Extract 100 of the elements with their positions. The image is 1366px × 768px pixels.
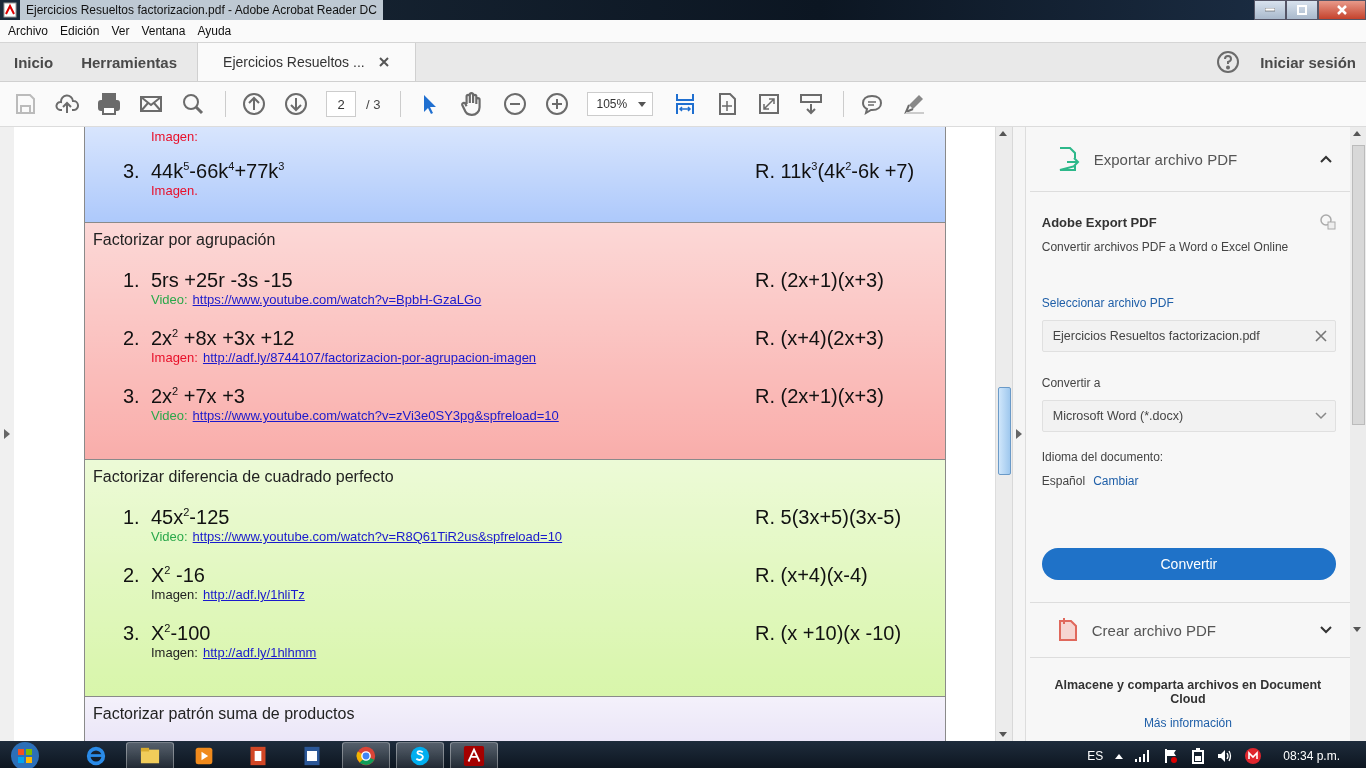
service-title: Adobe Export PDF — [1041, 214, 1157, 230]
start-icon[interactable] — [8, 741, 42, 768]
flag-icon[interactable] — [1163, 748, 1180, 764]
page-total: / 3 — [366, 96, 381, 112]
chevron-icon — [1315, 412, 1328, 420]
close-icon — [1336, 4, 1348, 16]
description: Convertir archivos PDF a Word o Excel Online — [1041, 240, 1290, 254]
answer: R. (2x+1)(x+3) — [754, 385, 885, 408]
select-file-link[interactable]: Seleccionar archivo PDF — [1041, 296, 1337, 310]
expand-left-icon[interactable] — [4, 429, 10, 439]
scroll-mode-icon[interactable] — [799, 92, 824, 116]
battery-icon[interactable] — [1191, 748, 1206, 764]
tab[interactable]: Inicio — [0, 43, 68, 81]
link[interactable]: https://www.youtube.com/watch?v=R8Q61TiR2us&spfreload=10 — [192, 529, 563, 544]
print-icon[interactable] — [97, 92, 121, 116]
minimize-button[interactable] — [1254, 0, 1286, 20]
menu-item[interactable]: Archivo — [2, 24, 54, 38]
section-title: Factorizar patrón suma de productos — [91, 704, 356, 723]
menu-item[interactable]: Ver — [105, 24, 136, 38]
field-label: Convertir a — [1041, 376, 1102, 390]
link-label: Video: — [150, 408, 188, 423]
panel-scrollbar[interactable] — [1350, 127, 1366, 741]
window-title: Ejercicios Resueltos factorizacion.pdf - Adobe Acrobat Reader DC — [20, 0, 383, 20]
menu-item[interactable]: Edición — [54, 24, 106, 38]
more-info-link[interactable]: Más información — [1143, 716, 1232, 730]
sign-in-link[interactable]: Iniciar sesión — [1260, 53, 1356, 71]
formula: 2x$^{2}$ +7x +3 — [150, 385, 246, 408]
item-number: 2. — [122, 327, 141, 350]
scroll-thumb[interactable] — [1352, 145, 1366, 425]
menu-item[interactable]: Ventana — [135, 24, 192, 38]
link[interactable]: https://www.youtube.com/watch?v=BpbH-GzaLGo — [192, 292, 482, 307]
full-screen-icon[interactable] — [757, 92, 782, 116]
section-title: Factorizar por agrupación — [91, 230, 277, 249]
tab[interactable]: Herramientas — [67, 43, 192, 81]
item-number: 1. — [122, 506, 141, 529]
show-hidden-icon[interactable] — [1115, 753, 1124, 759]
formula: 45x$^{2}$-125 — [150, 506, 231, 529]
scroll-up-icon[interactable] — [1353, 131, 1362, 136]
scroll-down-icon[interactable] — [998, 732, 1007, 737]
page-number-field[interactable]: 2 — [326, 91, 356, 117]
comment-icon[interactable] — [860, 92, 885, 116]
link-label: Imagen: — [150, 350, 198, 365]
chat-app-icon[interactable] — [409, 745, 431, 767]
link-label: Video: — [150, 292, 188, 307]
browser-e-icon[interactable] — [85, 745, 107, 767]
folder-icon[interactable] — [139, 746, 161, 766]
link[interactable]: http://adf.ly/8744107/factorizacion-por-agrupacion-imagen — [202, 350, 537, 365]
change-link[interactable]: Cambiar — [1093, 474, 1139, 488]
mail-app-icon[interactable] — [1245, 748, 1262, 764]
help-icon[interactable] — [1216, 50, 1241, 74]
link[interactable]: https://www.youtube.com/watch?v=zVi3e0SY3pg&spfreload=10 — [192, 408, 559, 423]
zoom-dropdown[interactable]: 105% — [587, 92, 654, 116]
answer: R. 5(3x+5)(3x-5) — [754, 506, 903, 529]
scroll-down-icon[interactable] — [1353, 627, 1362, 632]
convert-button[interactable]: Convertir — [1041, 548, 1337, 580]
export-file-icon — [1057, 147, 1080, 171]
arrow-up-icon[interactable] — [242, 92, 266, 116]
browser-circle-icon[interactable] — [355, 745, 377, 767]
language-indicator[interactable]: ES — [1087, 749, 1104, 763]
link[interactable]: http://adf.ly/1hliTz — [202, 587, 305, 602]
zoom-out-icon[interactable] — [503, 92, 528, 116]
cloud-upload-icon[interactable] — [55, 92, 79, 116]
create-file-icon — [1057, 618, 1078, 642]
close-icon[interactable] — [378, 57, 389, 67]
media-player-icon[interactable] — [194, 746, 214, 766]
cloud-document-icon — [1320, 214, 1337, 230]
pdf-app-icon[interactable] — [463, 745, 485, 767]
formula: 44k$^{5}$-66k$^{4}$+77k$^{3}$ — [150, 160, 286, 183]
volume-icon[interactable] — [1217, 749, 1234, 763]
tab[interactable]: Ejercicios Resueltos ... — [197, 43, 417, 81]
section-title: Factorizar diferencia de cuadrado perfecto — [91, 467, 395, 486]
signal-icon[interactable] — [1135, 750, 1152, 762]
cloud-promo-text: Almacene y comparta archivos en Document Cloud — [1053, 678, 1323, 706]
scroll-up-icon[interactable] — [998, 131, 1007, 136]
slides-app-icon[interactable] — [249, 746, 267, 766]
scroll-thumb[interactable] — [997, 387, 1011, 475]
clock[interactable]: 08:34 p.m. — [1283, 749, 1340, 763]
caret-icon — [638, 101, 647, 107]
chevron-icon[interactable] — [1320, 155, 1333, 163]
close-button[interactable] — [1318, 0, 1366, 20]
answer: R. 11k$^{3}$(4k$^{2}$-6k +7) — [754, 160, 916, 183]
item-number: 2. — [122, 564, 141, 587]
clear-icon[interactable] — [1315, 330, 1328, 342]
chevron-icon[interactable] — [1320, 626, 1333, 634]
answer: R. (2x+1)(x+3) — [754, 269, 885, 292]
answer: R. (x+4)(2x+3) — [754, 327, 885, 350]
document-app-icon[interactable] — [303, 746, 321, 766]
restore-button[interactable] — [1286, 0, 1318, 20]
link[interactable]: http://adf.ly/1hlhmm — [202, 645, 317, 660]
format-dropdown[interactable]: Microsoft Word (*.docx) — [1041, 400, 1337, 432]
highlighter-icon[interactable] — [902, 92, 927, 116]
menu-item[interactable]: Ayuda — [191, 24, 238, 38]
formula: X$^{2}$ -16 — [150, 564, 206, 587]
arrow-down-icon[interactable] — [284, 92, 308, 116]
link-label: Imagen: — [150, 645, 198, 660]
create-header[interactable]: Crear archivo PDF — [1029, 602, 1351, 658]
search-icon[interactable] — [181, 92, 205, 116]
zoom-in-icon[interactable] — [545, 92, 570, 116]
collapse-right-icon[interactable] — [1015, 429, 1022, 439]
file-field[interactable]: Ejercicios Resueltos factorizacion.pdf — [1041, 320, 1337, 352]
